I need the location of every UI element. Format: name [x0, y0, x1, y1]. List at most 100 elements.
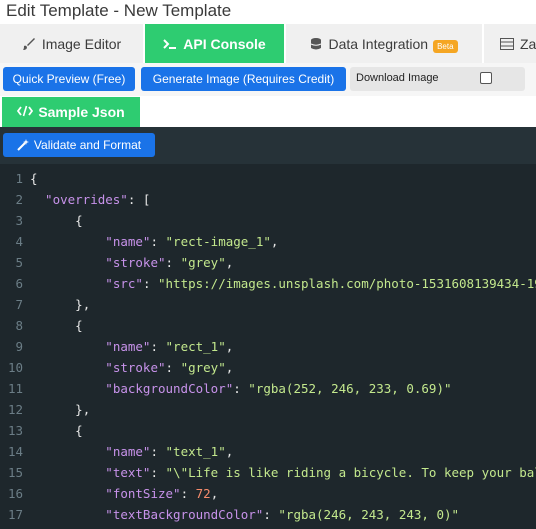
- json-key: "overrides": [45, 192, 128, 207]
- window-title: Edit Template - New Template: [6, 1, 232, 20]
- download-image-checkbox[interactable]: [480, 72, 492, 84]
- json-string-value: "grey": [180, 255, 226, 270]
- json-string-value: "text_1": [165, 444, 226, 459]
- quick-preview-button[interactable]: Quick Preview (Free): [3, 67, 135, 91]
- line-number: 15: [7, 465, 23, 480]
- code-line: 8{: [0, 315, 536, 336]
- magic-wand-icon: [17, 139, 29, 151]
- line-number: 9: [15, 339, 23, 354]
- json-punctuation: },: [75, 402, 91, 417]
- json-string-value: "rect-image_1": [165, 234, 271, 249]
- code-content: {: [75, 420, 83, 441]
- code-content: "name": "rect-image_1",: [105, 231, 278, 252]
- json-punctuation: ,: [225, 360, 234, 375]
- tab-image-editor[interactable]: Image Editor: [0, 24, 143, 63]
- code-content: "stroke": "grey",: [105, 357, 233, 378]
- title-bar: Edit Template - New Template: [0, 0, 536, 24]
- json-colon: :: [142, 276, 158, 291]
- validate-format-button[interactable]: Validate and Format: [3, 133, 155, 157]
- json-punctuation: ,: [270, 234, 279, 249]
- json-key: "textBackgroundColor": [105, 507, 264, 522]
- json-punctuation: ,: [210, 486, 219, 501]
- line-number: 17: [7, 507, 23, 522]
- tab-data-integration[interactable]: Data Integration Beta: [286, 24, 482, 63]
- json-punctuation: ,: [225, 444, 234, 459]
- table-icon: [500, 37, 514, 50]
- json-key: "stroke": [105, 255, 166, 270]
- download-image-toggle[interactable]: Download Image: [350, 67, 525, 91]
- code-line: 9 "name": "rect_1",: [0, 336, 536, 357]
- json-colon: :: [233, 381, 249, 396]
- tab-label: Data Integration: [328, 35, 429, 52]
- code-icon: [17, 104, 34, 120]
- tab-label: Za: [520, 35, 536, 52]
- code-line: 15 "text": "\"Life is like riding a bicyc…: [0, 462, 536, 483]
- json-key: "name": [105, 234, 151, 249]
- json-key: "text": [105, 465, 151, 480]
- code-content: "text": "\"Life is like riding a bicycle…: [105, 462, 536, 483]
- json-punctuation: : [: [127, 192, 151, 207]
- validate-label: Validate and Format: [33, 138, 142, 152]
- tab-bar: Image Editor API Console Data Integratio…: [0, 24, 536, 63]
- code-content: "backgroundColor": "rgba(252, 246, 233, …: [105, 378, 451, 399]
- json-string-value: "rect_1": [165, 339, 226, 354]
- code-line: 12},: [0, 399, 536, 420]
- code-content: {: [75, 315, 83, 336]
- download-image-label: Download Image: [356, 72, 439, 84]
- line-number: 7: [15, 297, 23, 312]
- code-content: "name": "text_1",: [105, 441, 233, 462]
- line-number: 6: [15, 276, 23, 291]
- code-line: 17 "textBackgroundColor": "rgba(246, 243,…: [0, 504, 536, 525]
- json-key: "src": [105, 276, 143, 291]
- action-bar: Quick Preview (Free) Generate Image (Req…: [0, 63, 536, 96]
- generate-image-button[interactable]: Generate Image (Requires Credit): [141, 67, 346, 91]
- database-icon: [310, 37, 322, 51]
- line-number: 8: [15, 318, 23, 333]
- tab-api-console[interactable]: API Console: [145, 24, 284, 63]
- code-line: 10 "stroke": "grey",: [0, 357, 536, 378]
- tab-sample-json[interactable]: Sample Json: [2, 97, 140, 127]
- line-number: 1: [15, 171, 23, 186]
- code-content: {: [75, 210, 83, 231]
- code-content: "textBackgroundColor": "rgba(246, 243, 2…: [105, 504, 459, 525]
- json-colon: :: [150, 234, 166, 249]
- terminal-icon: [163, 38, 177, 50]
- code-content: "src": "https://images.unsplash.com/phot…: [105, 273, 536, 294]
- json-key: "name": [105, 339, 151, 354]
- code-line: 16 "fontSize": 72,: [0, 483, 536, 504]
- tab-label: API Console: [183, 35, 266, 52]
- json-key: "fontSize": [105, 486, 181, 501]
- line-number: 13: [7, 423, 23, 438]
- json-colon: :: [165, 255, 181, 270]
- code-line: 13 {: [0, 420, 536, 441]
- json-key: "stroke": [105, 360, 166, 375]
- json-string-value: "https://images.unsplash.com/photo-15316…: [158, 276, 536, 291]
- line-number: 14: [7, 444, 23, 459]
- code-line: 6 "src": "https://images.unsplash.com/pho…: [0, 273, 536, 294]
- line-number: 10: [7, 360, 23, 375]
- code-line: 14 "name": "text_1",: [0, 441, 536, 462]
- code-line: 4 "name": "rect-image_1",: [0, 231, 536, 252]
- json-punctuation: {: [75, 423, 83, 438]
- code-line: 1{: [0, 168, 536, 189]
- beta-badge: Beta: [433, 40, 458, 53]
- code-content: "name": "rect_1",: [105, 336, 233, 357]
- code-content: "fontSize": 72,: [105, 483, 218, 504]
- code-line: 11 "backgroundColor": "rgba(252, 246, 233…: [0, 378, 536, 399]
- line-number: 2: [15, 192, 23, 207]
- json-string-value: "\"Life is like riding a bicycle. To kee…: [165, 465, 536, 480]
- code-line: 3{: [0, 210, 536, 231]
- json-punctuation: {: [75, 213, 83, 228]
- code-line: 5 "stroke": "grey",: [0, 252, 536, 273]
- tab-zapier[interactable]: Za: [484, 24, 536, 63]
- json-punctuation: ,: [225, 339, 234, 354]
- code-content: "overrides": [: [45, 189, 150, 210]
- json-key: "name": [105, 444, 151, 459]
- json-code-editor[interactable]: 1{2 "overrides": [3{4 "name": "rect-image_…: [0, 164, 536, 529]
- json-punctuation: {: [30, 171, 38, 186]
- code-content: "stroke": "grey",: [105, 252, 233, 273]
- json-colon: :: [150, 465, 166, 480]
- code-content: {: [30, 168, 38, 189]
- line-number: 12: [7, 402, 23, 417]
- code-line: 7},: [0, 294, 536, 315]
